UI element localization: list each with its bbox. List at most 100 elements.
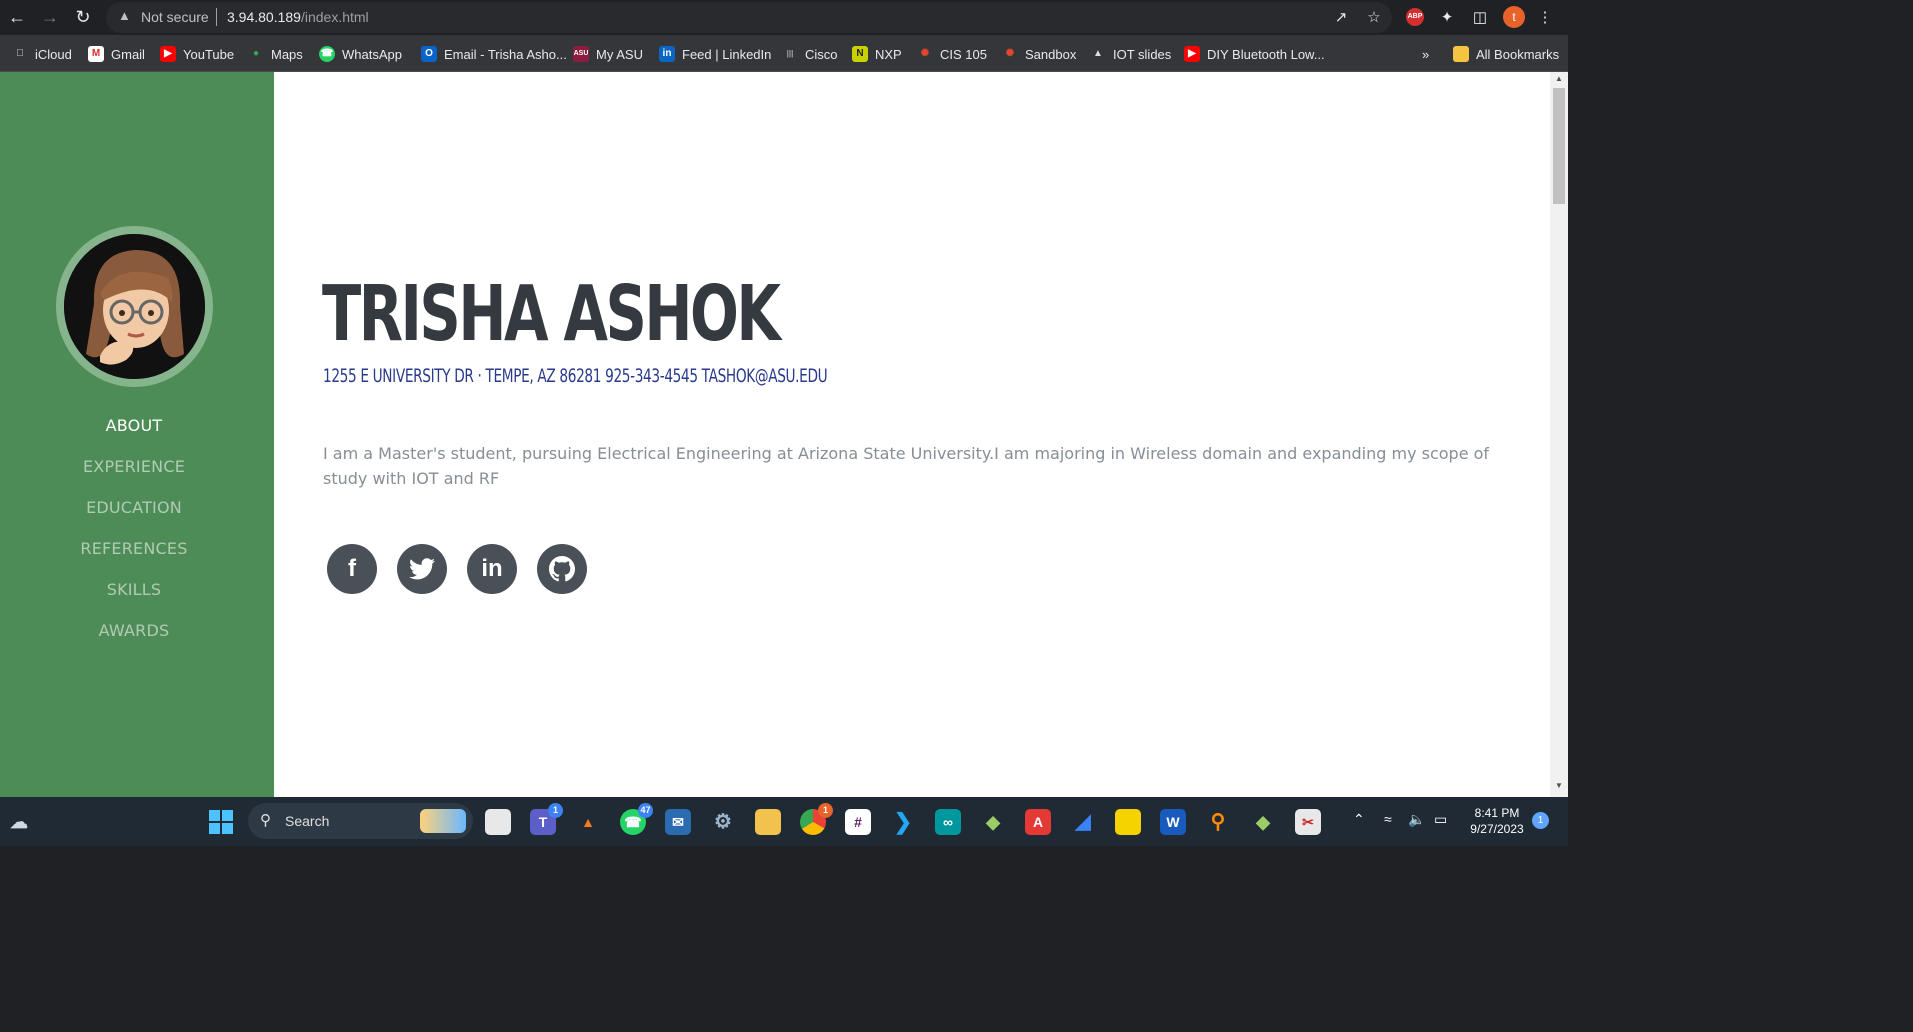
nav-skills[interactable]: SKILLS xyxy=(0,580,268,599)
volume-icon[interactable]: 🔈 xyxy=(1408,811,1425,828)
task-view-icon[interactable] xyxy=(485,809,511,835)
sidebar-nav: ABOUT EXPERIENCE EDUCATION REFERENCES SK… xyxy=(0,72,274,797)
outlook-icon: O xyxy=(421,46,437,62)
url-text[interactable]: 3.94.80.189/index.html xyxy=(227,9,369,25)
bookmark-gmail[interactable]: M Gmail xyxy=(88,45,145,63)
twitter-icon[interactable] xyxy=(397,544,447,594)
bookmark-label: Maps xyxy=(271,46,303,62)
security-label[interactable]: Not secure xyxy=(141,9,209,25)
notification-badge[interactable]: 1 xyxy=(1532,812,1549,829)
bookmark-icloud[interactable]:  iCloud xyxy=(12,45,72,63)
whatsapp-icon: ☎ xyxy=(319,46,335,62)
profile-avatar[interactable]: t xyxy=(1503,6,1525,28)
scroll-thumb[interactable] xyxy=(1553,88,1565,204)
bookmark-label: CIS 105 xyxy=(940,46,987,62)
canvas-icon: ✺ xyxy=(920,48,930,59)
bookmarks-overflow-button[interactable]: » xyxy=(1422,45,1429,63)
twitter-bird-glyph xyxy=(409,558,435,580)
clock-date: 9/27/2023 xyxy=(1470,822,1524,836)
github-octocat-glyph xyxy=(549,556,575,582)
git-icon[interactable]: ◆ xyxy=(980,809,1006,835)
matlab-icon[interactable]: ▲ xyxy=(575,809,601,835)
taskbar-clock[interactable]: 8:41 PM 9/27/2023 xyxy=(1462,805,1532,837)
nav-education[interactable]: EDUCATION xyxy=(0,498,268,517)
bookmark-cis105[interactable]: ✺ CIS 105 xyxy=(917,45,987,63)
github-icon[interactable] xyxy=(537,544,587,594)
wifi-icon[interactable]: ≈ xyxy=(1384,811,1392,827)
page-scrollbar[interactable]: ▲ ▼ xyxy=(1550,72,1568,797)
gmail-icon: M xyxy=(88,46,104,62)
vscode-icon[interactable]: ❯ xyxy=(890,809,916,835)
search-app-icon[interactable]: ⚲ xyxy=(1205,809,1231,835)
bookmark-myasu[interactable]: ASU My ASU xyxy=(573,45,643,63)
nav-about[interactable]: ABOUT xyxy=(0,416,268,435)
sticky-notes-icon[interactable] xyxy=(1115,809,1141,835)
bookmark-nxp[interactable]: N NXP xyxy=(852,45,902,63)
chrome-icon[interactable]: 1 xyxy=(800,803,833,835)
bookmark-diy-bluetooth[interactable]: ▶ DIY Bluetooth Low... xyxy=(1184,45,1325,63)
bookmark-label: My ASU xyxy=(596,46,643,62)
page-title: TRISHA ASHOK xyxy=(322,270,781,359)
bio-paragraph: I am a Master's student, pursuing Electr… xyxy=(323,444,1490,488)
arduino-icon[interactable]: ∞ xyxy=(935,809,961,835)
extensions-puzzle-icon[interactable]: ✦ xyxy=(1437,8,1457,28)
bookmark-label: iCloud xyxy=(35,46,72,62)
linkedin-icon[interactable]: in xyxy=(467,544,517,594)
teams-icon[interactable]: T1 xyxy=(530,803,563,835)
all-bookmarks-folder[interactable]: All Bookmarks xyxy=(1453,45,1559,63)
facebook-icon[interactable]: f xyxy=(327,544,377,594)
weather-widget-icon[interactable]: ☁ xyxy=(6,809,32,835)
acrobat-icon[interactable]: A xyxy=(1025,809,1051,835)
snipping-tool-icon[interactable]: ✂ xyxy=(1295,809,1321,835)
adblock-icon[interactable]: ABP xyxy=(1406,8,1424,26)
bookmarks-bar: iCloud MGmail ▶YouTube ●Maps ☎WhatsApp … xyxy=(0,35,1568,72)
bookmark-label: Email - Trisha Asho... xyxy=(444,46,567,62)
side-panel-icon[interactable]: ◫ xyxy=(1470,8,1490,28)
start-menu-icon[interactable] xyxy=(208,809,234,835)
scroll-up-icon[interactable]: ▲ xyxy=(1550,74,1568,88)
settings-gear-icon[interactable]: ⚙ xyxy=(710,809,736,835)
chrome-badge: 1 xyxy=(818,803,833,818)
word-icon[interactable]: W xyxy=(1160,809,1186,835)
bookmark-label: Feed | LinkedIn xyxy=(682,46,772,62)
forward-arrow-icon[interactable]: → xyxy=(39,6,61,28)
bookmark-whatsapp[interactable]: ☎ WhatsApp xyxy=(319,45,402,63)
search-icon: ⚲ xyxy=(260,812,271,829)
bookmark-cisco[interactable]: ||| Cisco xyxy=(782,45,838,63)
web-page: ABOUT EXPERIENCE EDUCATION REFERENCES SK… xyxy=(0,72,1568,797)
tray-overflow-icon[interactable]: ⌃ xyxy=(1353,811,1365,828)
slack-icon[interactable]: # xyxy=(845,809,871,835)
slides-icon: ▲ xyxy=(1093,48,1103,59)
file-explorer-icon[interactable] xyxy=(755,809,781,835)
shark-app-icon[interactable]: ◢ xyxy=(1070,809,1096,835)
memoji-avatar xyxy=(64,234,205,379)
omnibox-divider xyxy=(216,8,217,26)
bookmark-label: Cisco xyxy=(805,46,838,62)
back-arrow-icon[interactable]: ← xyxy=(6,6,28,28)
bookmark-star-icon[interactable]: ☆ xyxy=(1364,8,1384,28)
nav-awards[interactable]: AWARDS xyxy=(0,621,268,640)
bookmark-email[interactable]: O Email - Trisha Asho... xyxy=(421,45,567,63)
teams-badge: 1 xyxy=(548,803,563,818)
browser-toolbar: ← → ↻ ▲ Not secure 3.94.80.189/index.htm… xyxy=(0,0,1568,35)
bookmark-iot-slides[interactable]: ▲ IOT slides xyxy=(1090,45,1171,63)
reload-icon[interactable]: ↻ xyxy=(72,6,94,28)
nav-experience[interactable]: EXPERIENCE xyxy=(0,457,268,476)
bookmark-linkedin[interactable]: in Feed | LinkedIn xyxy=(659,45,771,63)
bookmark-sandbox[interactable]: ✺ Sandbox xyxy=(1002,45,1077,63)
scroll-down-icon[interactable]: ▼ xyxy=(1550,781,1568,795)
mail-icon[interactable]: ✉ xyxy=(665,809,691,835)
warning-icon[interactable]: ▲ xyxy=(118,8,131,23)
taskbar-search[interactable]: ⚲ Search xyxy=(248,803,473,839)
windows-taskbar: ☁ ⚲ Search T1 ▲ ☎ 47 ✉ ⚙ 1 # ❯ ∞ ◆ A ◢ W … xyxy=(0,797,1568,846)
more-menu-icon[interactable]: ⋮ xyxy=(1535,8,1555,28)
bookmark-label: All Bookmarks xyxy=(1476,46,1560,62)
battery-icon[interactable]: ▭ xyxy=(1434,811,1447,828)
cisco-icon: ||| xyxy=(786,49,794,58)
share-icon[interactable]: ↗ xyxy=(1331,8,1351,28)
bookmark-maps[interactable]: ● Maps xyxy=(248,45,303,63)
bookmark-youtube[interactable]: ▶ YouTube xyxy=(160,45,234,63)
nav-references[interactable]: REFERENCES xyxy=(0,539,268,558)
git-gui-icon[interactable]: ◆ xyxy=(1250,809,1276,835)
whatsapp-app-icon[interactable]: ☎ 47 xyxy=(620,803,653,835)
